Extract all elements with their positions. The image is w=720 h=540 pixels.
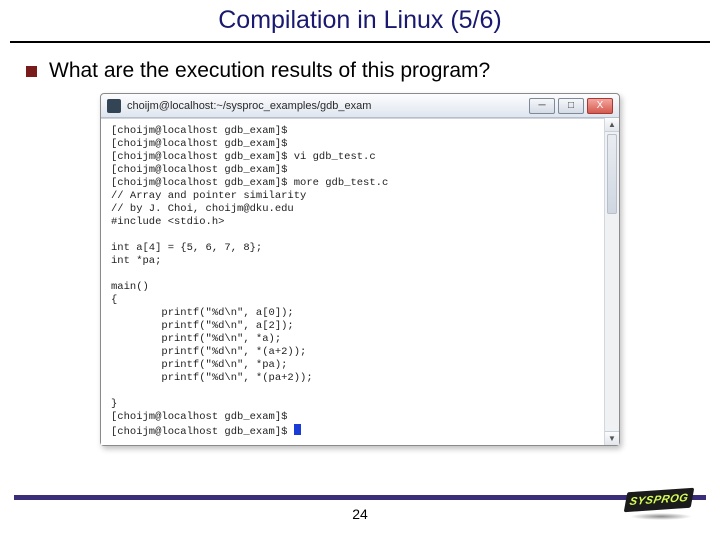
footer-divider xyxy=(14,495,706,500)
sysprog-logo: SYSPROG xyxy=(626,486,698,520)
window-titlebar: choijm@localhost:~/sysproc_examples/gdb_… xyxy=(101,94,619,118)
slide-body: What are the execution results of this p… xyxy=(0,43,720,446)
term-line: [choijm@localhost gdb_exam]$ more gdb_te… xyxy=(111,177,388,189)
term-line: printf("%d\n", a[2]); xyxy=(111,320,294,332)
term-line: int a[4] = {5, 6, 7, 8}; xyxy=(111,242,262,254)
term-line: [choijm@localhost gdb_exam]$ xyxy=(111,164,287,176)
window-frame: choijm@localhost:~/sysproc_examples/gdb_… xyxy=(100,93,620,446)
window-buttons: ─ □ X xyxy=(529,98,613,114)
term-line: [choijm@localhost gdb_exam]$ xyxy=(111,426,294,438)
slide-title: Compilation in Linux (5/6) xyxy=(0,0,720,35)
term-line: [choijm@localhost gdb_exam]$ vi gdb_test… xyxy=(111,151,376,163)
page-number: 24 xyxy=(0,506,720,522)
bullet-row: What are the execution results of this p… xyxy=(26,59,694,83)
window-title-text: choijm@localhost:~/sysproc_examples/gdb_… xyxy=(127,100,523,112)
term-line: // Array and pointer similarity xyxy=(111,190,306,202)
term-line: [choijm@localhost gdb_exam]$ xyxy=(111,125,287,137)
logo-text: SYSPROG xyxy=(624,488,695,513)
bullet-text: What are the execution results of this p… xyxy=(49,59,490,83)
terminal-cursor-icon xyxy=(294,424,301,435)
window-body: [choijm@localhost gdb_exam]$ [choijm@loc… xyxy=(101,118,619,445)
term-line: printf("%d\n", *pa); xyxy=(111,359,287,371)
terminal-screenshot: choijm@localhost:~/sysproc_examples/gdb_… xyxy=(100,93,620,446)
term-line: main() xyxy=(111,281,149,293)
term-line: [choijm@localhost gdb_exam]$ xyxy=(111,411,287,423)
vertical-scrollbar[interactable]: ▲ ▼ xyxy=(604,118,619,445)
term-line: printf("%d\n", *a); xyxy=(111,333,281,345)
term-line: [choijm@localhost gdb_exam]$ xyxy=(111,138,287,150)
term-line: printf("%d\n", *(pa+2)); xyxy=(111,372,313,384)
minimize-button[interactable]: ─ xyxy=(529,98,555,114)
maximize-button[interactable]: □ xyxy=(558,98,584,114)
scrollbar-thumb[interactable] xyxy=(607,134,617,214)
term-line: // by J. Choi, choijm@dku.edu xyxy=(111,203,294,215)
scroll-down-button[interactable]: ▼ xyxy=(605,431,619,445)
logo-shadow-icon xyxy=(630,513,692,520)
term-line: printf("%d\n", a[0]); xyxy=(111,307,294,319)
close-button[interactable]: X xyxy=(587,98,613,114)
term-line: } xyxy=(111,398,117,410)
term-line: #include <stdio.h> xyxy=(111,216,224,228)
slide: Compilation in Linux (5/6) What are the … xyxy=(0,0,720,540)
window-app-icon xyxy=(107,99,121,113)
terminal-output: [choijm@localhost gdb_exam]$ [choijm@loc… xyxy=(101,119,619,445)
scroll-up-button[interactable]: ▲ xyxy=(605,118,619,132)
square-bullet-icon xyxy=(26,66,37,77)
term-line: printf("%d\n", *(a+2)); xyxy=(111,346,306,358)
term-line: { xyxy=(111,294,117,306)
term-line: int *pa; xyxy=(111,255,161,267)
